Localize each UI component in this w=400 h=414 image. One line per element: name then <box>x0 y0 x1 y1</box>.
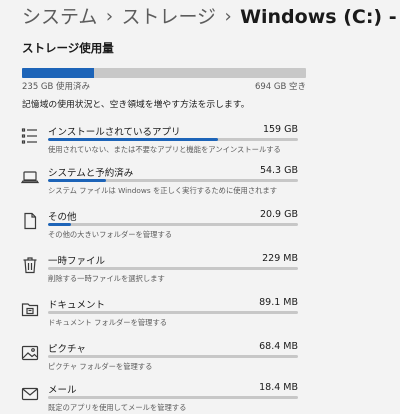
total-usage-bar <box>22 68 306 78</box>
category-name: メール <box>48 385 77 396</box>
storage-description: 記憶域の使用状況と、空き領域を増やす方法を示します。 <box>22 100 250 110</box>
storage-usage-heading: ストレージ使用量 <box>22 41 114 55</box>
category-description: 削除する一時ファイルを選択します <box>48 274 165 283</box>
category-description: その他の大きいフォルダーを管理する <box>48 230 173 239</box>
category-pictures[interactable]: ピクチャ 68.4 MB ピクチャ フォルダーを管理する <box>0 339 400 385</box>
category-name: ピクチャ <box>48 344 86 355</box>
category-description: 既定のアプリを使用してメールを管理する <box>48 403 187 412</box>
category-name: その他 <box>48 212 77 223</box>
category-temp-files[interactable]: 一時ファイル 229 MB 削除する一時ファイルを選択します <box>0 251 400 297</box>
category-usage-bar-fill <box>48 138 218 141</box>
category-usage-bar <box>48 138 298 141</box>
category-name: インストールされているアプリ <box>48 127 181 138</box>
laptop-icon <box>20 167 40 187</box>
free-space-label: 694 GB 空き <box>254 82 306 92</box>
apps-list-icon <box>20 126 40 146</box>
category-installed-apps[interactable]: インストールされているアプリ 159 GB 使用されていない、または不要なアプリ… <box>0 122 400 168</box>
chevron-right-icon: › <box>224 6 232 27</box>
chevron-right-icon: › <box>105 6 114 27</box>
category-size: 54.3 GB <box>259 165 298 176</box>
total-usage-bar-fill <box>22 68 94 78</box>
category-usage-bar-fill <box>48 179 106 182</box>
documents-folder-icon <box>20 299 40 319</box>
picture-icon <box>20 343 40 363</box>
category-description: ピクチャ フォルダーを管理する <box>48 362 153 371</box>
category-system-reserved[interactable]: システムと予約済み 54.3 GB システム ファイルは Windows を正し… <box>0 163 400 209</box>
category-other[interactable]: その他 20.9 GB その他の大きいフォルダーを管理する <box>0 207 400 253</box>
category-name: システムと予約済み <box>48 168 134 179</box>
category-usage-bar-fill <box>48 223 71 226</box>
page-title: Windows (C:) - 930 GB <box>240 6 400 28</box>
category-usage-bar <box>48 311 298 314</box>
breadcrumb: システム › ストレージ › Windows (C:) - 930 GB <box>22 4 400 30</box>
category-name: ドキュメント <box>48 300 106 311</box>
category-description: システム ファイルは Windows を正しく実行するために使用されます <box>48 186 278 195</box>
category-size: 20.9 GB <box>259 209 298 220</box>
category-size: 89.1 MB <box>259 297 298 308</box>
category-usage-bar <box>48 179 298 182</box>
category-description: 使用されていない、または不要なアプリと機能をアンインストールする <box>48 145 281 154</box>
category-name: 一時ファイル <box>48 256 106 267</box>
mail-icon <box>20 384 40 404</box>
category-usage-bar <box>48 223 298 226</box>
category-documents[interactable]: ドキュメント 89.1 MB ドキュメント フォルダーを管理する <box>0 295 400 341</box>
storage-settings-page: システム › ストレージ › Windows (C:) - 930 GB ストレ… <box>0 0 400 414</box>
trash-icon <box>20 255 40 275</box>
used-space-label: 235 GB 使用済み <box>22 82 91 92</box>
category-size: 159 GB <box>262 124 298 135</box>
breadcrumb-storage[interactable]: ストレージ <box>121 4 216 30</box>
category-size: 18.4 MB <box>259 382 298 393</box>
category-description: ドキュメント フォルダーを管理する <box>48 318 168 327</box>
category-usage-bar <box>48 267 298 270</box>
scrollbar[interactable] <box>396 0 400 414</box>
category-usage-bar <box>48 355 298 358</box>
category-mail[interactable]: メール 18.4 MB 既定のアプリを使用してメールを管理する <box>0 380 400 414</box>
category-size: 229 MB <box>262 253 298 264</box>
category-size: 68.4 MB <box>259 341 298 352</box>
breadcrumb-system[interactable]: システム <box>22 4 97 30</box>
category-usage-bar <box>48 396 298 399</box>
document-icon <box>20 211 40 231</box>
